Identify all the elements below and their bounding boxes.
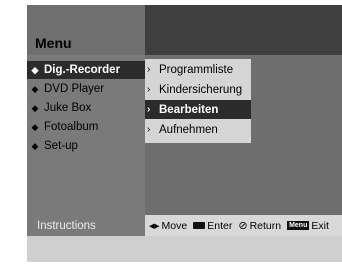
instructions-bar: ◂▸ Move Enter ⊘ Return Menu Exit xyxy=(145,215,342,236)
diamond-bullet-icon: ◆ xyxy=(31,121,39,132)
submenu-item-label: Programmliste xyxy=(159,63,234,76)
submenu-item-label: Aufnehmen xyxy=(159,123,218,136)
main-menu-item-juke-box[interactable]: ◆ Juke Box xyxy=(27,99,145,117)
diamond-bullet-icon: ◆ xyxy=(31,102,39,113)
submenu-area: › Programmliste › Kindersicherung › Bear… xyxy=(145,55,342,215)
main-menu-item-dvd-player[interactable]: ◆ DVD Player xyxy=(27,80,145,98)
instruction-enter: Enter xyxy=(193,220,232,232)
enter-key-icon xyxy=(193,222,206,229)
return-key-icon: ⊘ xyxy=(238,220,248,232)
main-menu-item-set-up[interactable]: ◆ Set-up xyxy=(27,137,145,155)
main-menu-item-label: Juke Box xyxy=(44,102,92,114)
instruction-exit: Menu Exit xyxy=(287,220,329,232)
diamond-bullet-icon: ◆ xyxy=(31,64,39,75)
menu-title: Menu xyxy=(35,35,72,51)
main-menu-item-label: Dig.-Recorder xyxy=(44,64,121,76)
header-right xyxy=(145,5,342,55)
instruction-move-label: Move xyxy=(161,219,188,232)
bottom-strip xyxy=(27,236,342,262)
submenu-item-aufnehmen[interactable]: › Aufnehmen xyxy=(145,120,251,139)
submenu-item-label: Bearbeiten xyxy=(159,103,219,116)
main-menu-item-dig-recorder[interactable]: ◆ Dig.-Recorder xyxy=(27,61,145,79)
submenu-panel: › Programmliste › Kindersicherung › Bear… xyxy=(145,59,251,143)
main-menu-item-fotoalbum[interactable]: ◆ Fotoalbum xyxy=(27,118,145,136)
instruction-enter-label: Enter xyxy=(207,219,233,232)
diamond-bullet-icon: ◆ xyxy=(31,83,39,94)
submenu-item-programmliste[interactable]: › Programmliste xyxy=(145,60,251,79)
osd-menu-screen: Menu ◆ Dig.-Recorder ◆ DVD Player ◆ Juke… xyxy=(27,5,342,262)
four-way-arrow-icon: ◂▸ xyxy=(149,219,160,232)
main-menu-item-label: Fotoalbum xyxy=(44,121,99,133)
instructions-label: Instructions xyxy=(27,215,145,236)
main-menu-item-label: Set-up xyxy=(44,140,78,152)
arrow-right-icon: › xyxy=(147,83,151,95)
submenu-item-label: Kindersicherung xyxy=(159,83,243,96)
main-menu-item-label: DVD Player xyxy=(44,83,105,95)
header-left: Menu xyxy=(27,5,145,55)
instruction-return-label: Return xyxy=(249,219,282,232)
instruction-return: ⊘ Return xyxy=(238,219,282,233)
main-menu: ◆ Dig.-Recorder ◆ DVD Player ◆ Juke Box … xyxy=(27,55,145,215)
menu-key-icon: Menu xyxy=(287,221,310,230)
instruction-exit-label: Exit xyxy=(311,219,329,232)
diamond-bullet-icon: ◆ xyxy=(31,140,39,151)
arrow-right-icon: › xyxy=(147,63,151,75)
submenu-item-bearbeiten[interactable]: › Bearbeiten xyxy=(145,100,251,119)
instruction-move: ◂▸ Move xyxy=(149,220,187,232)
arrow-right-icon: › xyxy=(147,103,151,115)
submenu-item-kindersicherung[interactable]: › Kindersicherung xyxy=(145,80,251,99)
arrow-right-icon: › xyxy=(147,123,151,135)
